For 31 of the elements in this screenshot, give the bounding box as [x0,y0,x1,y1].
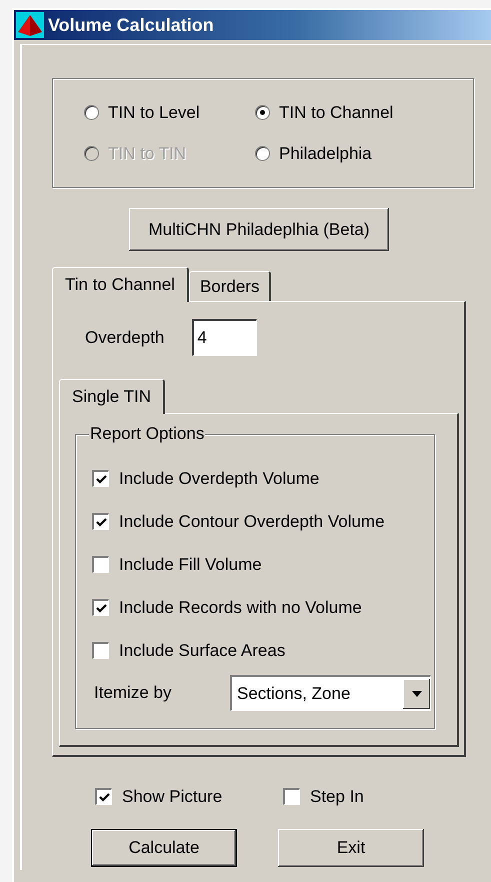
radio-indicator[interactable] [84,105,99,120]
checkbox[interactable]: Include Surface Areas [92,629,286,672]
checkbox[interactable]: Include Records with no Volume [92,586,362,629]
dialog-button[interactable]: Calculate [91,829,237,867]
checkmark-icon [96,516,106,528]
overdepth-label: Overdepth [85,328,164,348]
checkmark-icon [96,474,106,484]
overdepth-field[interactable]: 4 [192,319,258,356]
itemize-dropdown[interactable]: Sections, Zone [230,675,431,711]
radio-indicator[interactable] [255,146,270,161]
checkbox[interactable]: Include Fill Volume [92,543,262,586]
multichn-button[interactable]: MultiCHN Philadeplhia (Beta) [129,208,389,251]
group-title: Report Options [89,424,206,444]
radio-button[interactable]: Philadelphia [255,144,473,164]
checkmark-icon [98,792,110,802]
radio-button[interactable]: TIN to Channel [255,102,473,122]
radio-button[interactable]: TIN to Level [84,102,255,122]
pyramid-icon [16,12,44,38]
checkbox[interactable]: Step In [283,775,443,818]
checkbox[interactable]: Include Overdepth Volume [92,457,320,500]
window-title: Volume Calculation [48,14,214,36]
tab[interactable]: Single TIN [59,379,166,414]
itemize-label: Itemize by [93,683,172,703]
tab[interactable]: Tin to Channel [52,267,189,302]
checkmark-icon [96,602,106,614]
radio-indicator[interactable] [255,105,270,120]
checkbox[interactable]: Include Contour Overdepth Volume [92,500,385,543]
caret-icon [412,690,422,696]
checkbox[interactable]: Show Picture [95,775,255,818]
dialog-button[interactable]: Exit [278,829,424,867]
tab[interactable]: Borders [188,271,272,301]
